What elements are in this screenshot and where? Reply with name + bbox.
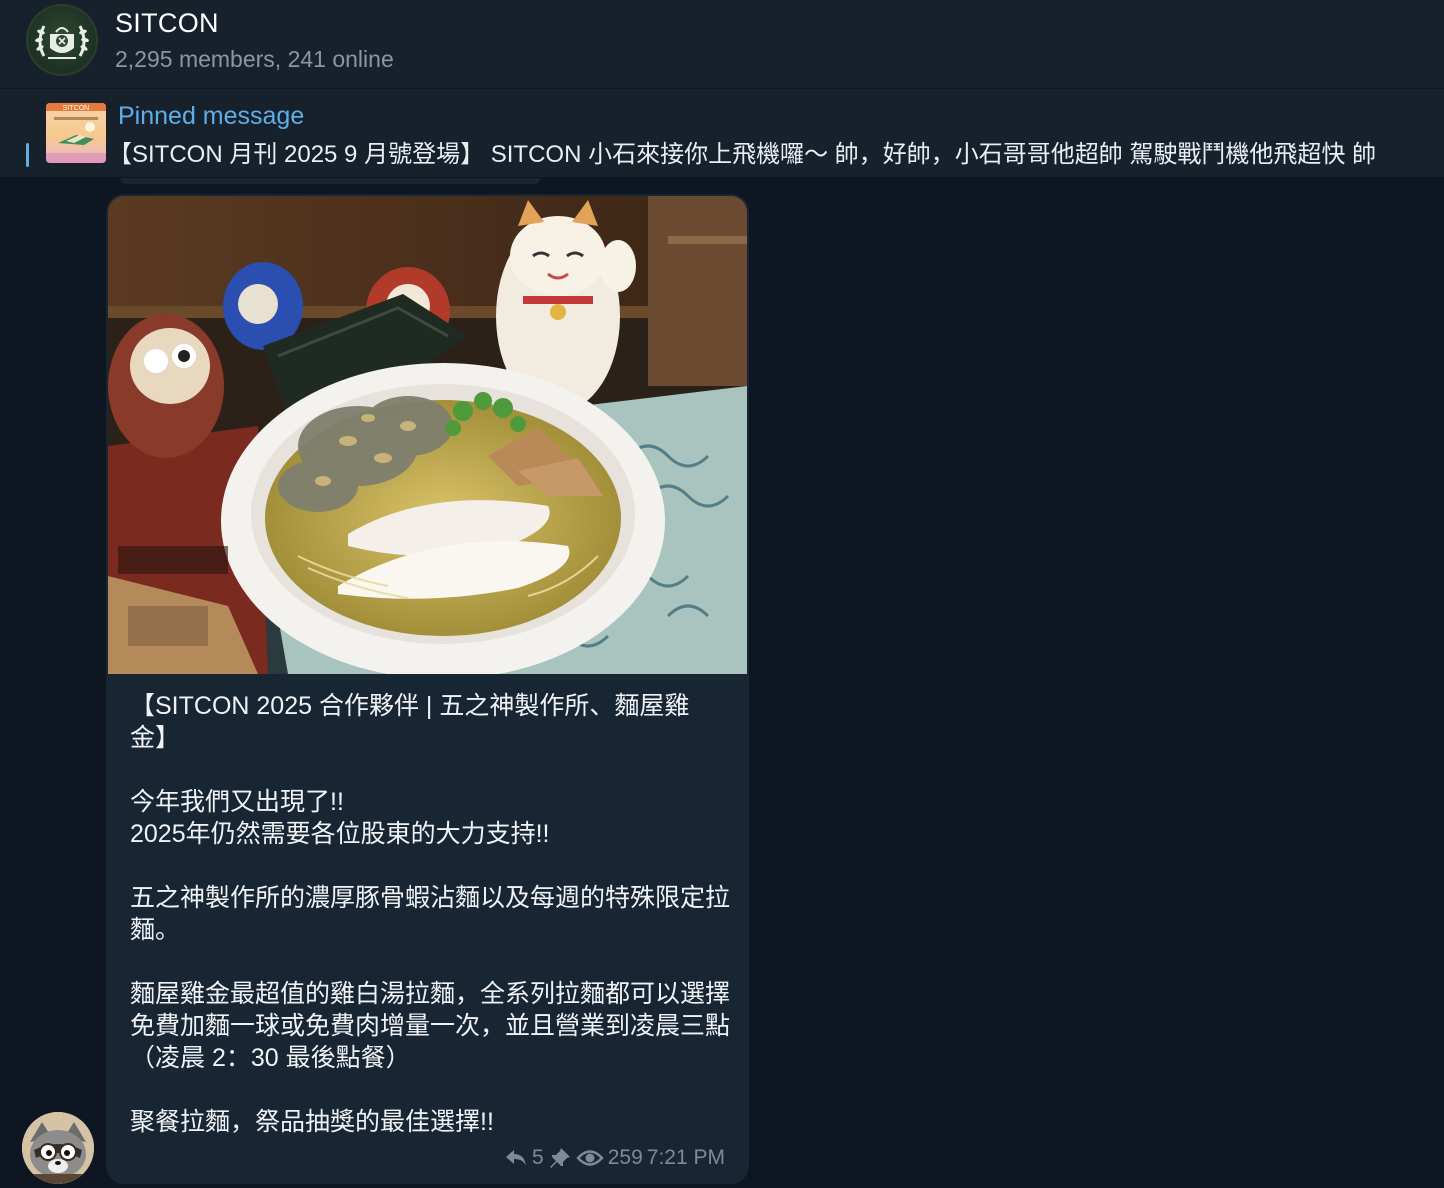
pin-icon [548, 1147, 572, 1169]
pinned-thumb-label: SITCON [63, 105, 89, 112]
telegram-window: SITCON 2,295 members, 241 online SITCON … [0, 0, 1444, 1188]
message-time: 7:21 PM [646, 1146, 725, 1169]
sitcon-laurel-logo-icon [35, 25, 89, 59]
message-list[interactable]: 【SITCON 2025 合作夥伴 | 五之神製作所、麵屋雞金】 今年我們又出現… [0, 178, 1444, 1188]
ramen-photo-icon [108, 196, 747, 674]
chat-header[interactable]: SITCON 2,295 members, 241 online [0, 0, 1444, 89]
view-count: 259 [607, 1146, 643, 1169]
sender-avatar[interactable] [22, 1112, 94, 1184]
reply-icon[interactable] [504, 1147, 528, 1169]
message-meta: 5 259 7:21 PM [504, 1144, 725, 1172]
channel-title[interactable]: SITCON [115, 8, 219, 39]
message-photo[interactable] [108, 196, 747, 674]
message-text: 【SITCON 2025 合作夥伴 | 五之神製作所、麵屋雞金】 今年我們又出現… [130, 692, 731, 1136]
channel-avatar[interactable] [26, 4, 98, 76]
pinned-label: Pinned message [118, 102, 305, 130]
eye-icon [576, 1147, 604, 1169]
magazine-cover-icon: SITCON [46, 103, 106, 163]
pinned-thumbnail[interactable]: SITCON [46, 103, 106, 163]
pinned-indicator [26, 143, 29, 167]
raccoon-avatar-icon [22, 1112, 94, 1184]
pinned-message-bar[interactable]: SITCON Pinned message 【SITCON 月刊 2025 9 … [0, 89, 1444, 178]
pinned-text: 【SITCON 月刊 2025 9 月號登場】 SITCON 小石來接你上飛機囉… [108, 141, 1377, 168]
reply-count[interactable]: 5 [532, 1146, 544, 1170]
previous-message-bubble[interactable] [120, 178, 540, 184]
member-count: 2,295 members, 241 online [115, 46, 394, 72]
message-bubble[interactable]: 【SITCON 2025 合作夥伴 | 五之神製作所、麵屋雞金】 今年我們又出現… [106, 194, 749, 1184]
